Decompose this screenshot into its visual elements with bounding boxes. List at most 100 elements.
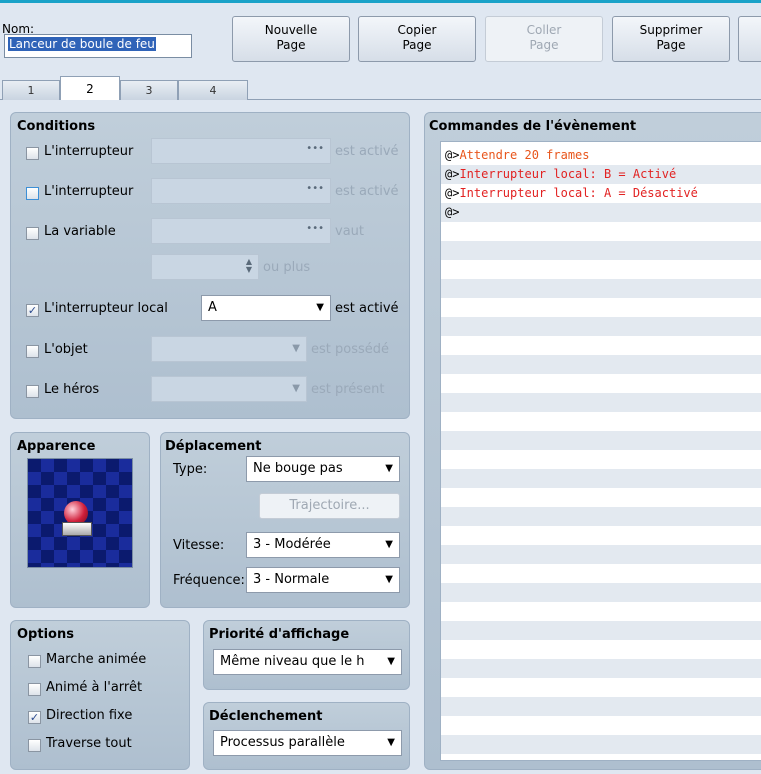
command-empty-row[interactable] xyxy=(441,374,761,393)
tab-page-1[interactable]: 1 xyxy=(2,80,60,100)
ellipsis-icon: ••• xyxy=(306,223,324,234)
accent-line xyxy=(0,0,761,3)
route-button: Trajectoire... xyxy=(259,493,400,519)
frequency-select[interactable]: 3 - Normale ▼ xyxy=(246,567,400,593)
chevron-down-icon: ▼ xyxy=(387,737,395,748)
command-empty-row[interactable] xyxy=(441,279,761,298)
command-empty-row[interactable] xyxy=(441,336,761,355)
command-prefix: @> xyxy=(445,167,460,181)
frequency-label: Fréquence: xyxy=(173,573,245,588)
switch1-label: L'interrupteur xyxy=(44,144,134,159)
stepping-anim-checkbox[interactable] xyxy=(28,683,41,696)
item-checkbox[interactable] xyxy=(26,345,39,358)
stepping-anim-label: Animé à l'arrêt xyxy=(46,680,143,695)
new-page-button[interactable]: Nouvelle Page xyxy=(232,16,350,62)
chevron-down-icon: ▼ xyxy=(316,302,324,313)
commands-title: Commandes de l'évènement xyxy=(429,119,637,134)
copy-page-button[interactable]: Copier Page xyxy=(358,16,476,62)
switch1-checkbox[interactable] xyxy=(26,147,39,160)
command-empty-row[interactable] xyxy=(441,355,761,374)
item-suffix: est possédé xyxy=(311,342,389,357)
commands-panel: Commandes de l'évènement @>Attendre 20 f… xyxy=(424,112,761,770)
command-empty-row[interactable] xyxy=(441,317,761,336)
switch2-checkbox[interactable] xyxy=(26,187,39,200)
through-checkbox[interactable] xyxy=(28,739,41,752)
command-line[interactable]: @>Interrupteur local: A = Désactivé xyxy=(441,184,761,203)
command-empty-row[interactable] xyxy=(441,260,761,279)
command-empty-row[interactable] xyxy=(441,621,761,640)
command-empty-row[interactable] xyxy=(441,602,761,621)
command-empty-row[interactable] xyxy=(441,526,761,545)
command-empty-row[interactable] xyxy=(441,241,761,260)
variable-select: ••• xyxy=(151,218,331,244)
command-empty-row[interactable] xyxy=(441,450,761,469)
command-empty-row[interactable] xyxy=(441,583,761,602)
command-empty-row[interactable] xyxy=(441,545,761,564)
clear-page-button[interactable] xyxy=(738,16,761,62)
command-empty-row[interactable] xyxy=(441,298,761,317)
command-empty-row[interactable] xyxy=(441,716,761,735)
trigger-select[interactable]: Processus parallèle ▼ xyxy=(213,730,402,756)
command-line[interactable]: @>Interrupteur local: B = Activé xyxy=(441,165,761,184)
check-icon: ✓ xyxy=(27,304,38,317)
actor-checkbox[interactable] xyxy=(26,385,39,398)
movement-type-value: Ne bouge pas xyxy=(253,461,343,476)
command-empty-row[interactable] xyxy=(441,659,761,678)
variable-or-more: ou plus xyxy=(263,260,311,275)
self-switch-value: A xyxy=(208,300,217,315)
item-label: L'objet xyxy=(44,342,88,357)
self-switch-select[interactable]: A ▼ xyxy=(201,295,331,321)
delete-page-button[interactable]: Supprimer Page xyxy=(612,16,730,62)
actor-select: ▼ xyxy=(151,376,307,402)
ellipsis-icon: ••• xyxy=(306,183,324,194)
speed-select[interactable]: 3 - Modérée ▼ xyxy=(246,532,400,558)
self-switch-suffix: est activé xyxy=(335,301,399,316)
command-empty-row[interactable] xyxy=(441,678,761,697)
command-empty-row[interactable] xyxy=(441,507,761,526)
switch2-label: L'interrupteur xyxy=(44,184,134,199)
walking-anim-checkbox[interactable] xyxy=(28,655,41,668)
speed-value: 3 - Modérée xyxy=(253,537,331,552)
variable-checkbox[interactable] xyxy=(26,227,39,240)
command-empty-row[interactable] xyxy=(441,640,761,659)
command-line[interactable]: @> xyxy=(441,203,761,222)
appearance-title: Apparence xyxy=(17,439,96,454)
through-label: Traverse tout xyxy=(46,736,132,751)
command-empty-row[interactable] xyxy=(441,735,761,754)
command-empty-row[interactable] xyxy=(441,697,761,716)
chevron-down-icon: ▼ xyxy=(385,463,393,474)
command-line[interactable]: @>Attendre 20 frames xyxy=(441,146,761,165)
command-empty-row[interactable] xyxy=(441,222,761,241)
chevron-down-icon: ▼ xyxy=(385,574,393,585)
command-empty-row[interactable] xyxy=(441,393,761,412)
trigger-panel: Déclenchement Processus parallèle ▼ xyxy=(203,702,410,770)
movement-type-select[interactable]: Ne bouge pas ▼ xyxy=(246,456,400,482)
self-switch-checkbox[interactable]: ✓ xyxy=(26,304,39,317)
walking-anim-label: Marche animée xyxy=(46,652,147,667)
speed-label: Vitesse: xyxy=(173,538,225,553)
movement-title: Déplacement xyxy=(165,439,262,454)
direction-fix-checkbox[interactable]: ✓ xyxy=(28,711,41,724)
orb-pedestal xyxy=(62,522,92,536)
command-list[interactable]: @>Attendre 20 frames @>Interrupteur local… xyxy=(440,141,761,761)
priority-value: Même niveau que le h xyxy=(220,654,365,669)
name-field[interactable]: Lanceur de boule de feu xyxy=(4,34,192,58)
tab-page-4[interactable]: 4 xyxy=(178,80,248,100)
conditions-title: Conditions xyxy=(17,119,96,134)
command-empty-row[interactable] xyxy=(441,469,761,488)
command-text: Interrupteur local: B = Activé xyxy=(459,167,677,181)
switch1-suffix: est activé xyxy=(335,144,399,159)
command-empty-row[interactable] xyxy=(441,488,761,507)
self-switch-label: L'interrupteur local xyxy=(44,301,168,316)
priority-select[interactable]: Même niveau que le h ▼ xyxy=(213,649,402,675)
switch2-suffix: est activé xyxy=(335,184,399,199)
variable-label: La variable xyxy=(44,224,116,239)
command-empty-row[interactable] xyxy=(441,431,761,450)
tab-page-2[interactable]: 2 xyxy=(60,76,120,100)
chevron-down-icon: ▼ xyxy=(292,383,300,394)
event-graphic[interactable] xyxy=(27,458,133,568)
tab-page-3[interactable]: 3 xyxy=(120,80,178,100)
command-empty-row[interactable] xyxy=(441,754,761,760)
command-empty-row[interactable] xyxy=(441,412,761,431)
command-empty-row[interactable] xyxy=(441,564,761,583)
